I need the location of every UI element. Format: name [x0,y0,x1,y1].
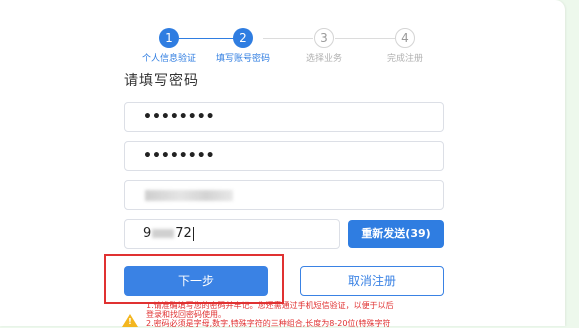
password-field[interactable]: •••••••• [124,102,444,132]
phone-field[interactable] [124,180,444,210]
text-caret [192,226,194,241]
redacted-phone [145,190,233,201]
confirm-password-field[interactable]: •••••••• [124,141,444,171]
warning-icon-mark: ! [128,317,132,326]
next-step-button[interactable]: 下一步 [124,266,268,296]
code-prefix: 9 [143,226,152,241]
step-3-number: 3 [314,28,334,48]
step-4-label: 完成注册 [386,54,423,64]
note-line-2: 登录和找回密码使用。 [146,310,226,319]
verification-code-value: 9 72 [143,220,194,248]
note-line-3: 2.密码必须是字母,数字,特殊字符的三种组合,长度为8-20位(特殊字符 [146,319,391,328]
step-2-number: 2 [233,28,253,48]
page-title: 请填写密码 [124,73,199,89]
resend-code-button[interactable]: 重新发送(39) [348,220,444,248]
redacted-code [152,229,175,238]
cancel-registration-button[interactable]: 取消注册 [300,266,444,296]
step-4: 4 完成注册 [355,28,455,64]
verification-code-field[interactable]: 9 72 [124,219,340,249]
step-1-number: 1 [159,28,179,48]
registration-card: 1 个人信息验证 2 填写账号密码 3 选择业务 4 完成注册 请填写密码 ••… [0,0,565,328]
password-value: •••••••• [143,109,215,125]
code-suffix: 72 [175,226,192,241]
confirm-password-value: •••••••• [143,148,215,164]
step-4-number: 4 [395,28,415,48]
note-line-1: 1.请准确填写您的密码并牢记。您还需通过手机短信验证，以便于以后 [146,301,394,310]
